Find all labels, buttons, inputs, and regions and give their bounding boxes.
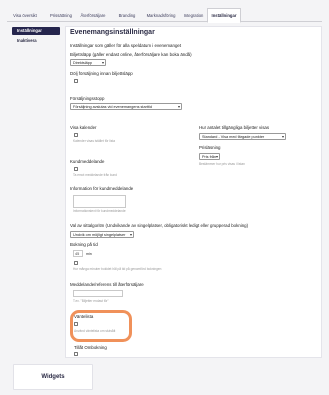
booking-time-checkbox[interactable] — [74, 261, 78, 265]
page-title: Evenemangsinställningar — [70, 29, 155, 36]
tab-integration[interactable]: Integration — [179, 8, 208, 23]
availability-value: Standard - Visa med färgade punkter — [202, 135, 265, 139]
sales-stop-select[interactable]: Försäljning avslutas vid evenemangens st… — [70, 103, 182, 110]
ticket-release-select[interactable]: Direktsläpp ▾ — [70, 59, 106, 66]
widgets-button[interactable]: Widgets — [13, 364, 93, 390]
tab-marknadsforing[interactable]: Marknadsföring — [143, 8, 179, 23]
tab-aterforsaljare[interactable]: Återförsäljare — [77, 8, 109, 23]
booking-time-input[interactable]: 45 — [73, 250, 83, 257]
reseller-message-hint: T.ex. "Biljetter endast för" — [73, 299, 109, 303]
customer-message-hint: Ta emot meddelande från kund — [73, 173, 117, 177]
booking-time-label: Bokning på tid — [70, 242, 98, 247]
seat-algorithm-value: Undvik om möjligt singelplatser — [73, 233, 126, 237]
price-display-value: Pris från — [202, 155, 217, 159]
tab-branding[interactable]: Branding — [112, 8, 142, 23]
availability-select[interactable]: Standard - Visa med färgade punkter ▾ — [199, 133, 286, 140]
chevron-down-icon: ▾ — [129, 232, 132, 237]
page-subtitle: Inställningar som gäller för alla spelda… — [70, 43, 182, 48]
ticket-release-value: Direktsläpp — [73, 61, 92, 65]
sidebar-item-installningar[interactable]: Inställningar — [12, 27, 60, 35]
booking-time-hint: Hur många minuter bokidet hål på tid på … — [73, 267, 162, 271]
reseller-message-label: Meddelande/referens till återförsäljare — [70, 282, 144, 287]
sidebar-item-inaktivera[interactable]: Inaktivera — [12, 37, 60, 45]
show-calendar-hint: Kalender visas istället för lista — [73, 139, 115, 143]
seat-algorithm-label: Val av sittalgoritm (Undvikande av singe… — [70, 223, 249, 228]
booking-time-unit: min — [86, 252, 92, 256]
reseller-message-input[interactable] — [73, 290, 123, 297]
price-display-select[interactable]: Pris från ▾ — [199, 153, 220, 160]
top-tab-bar: Visa översikt Prissättning Återförsäljar… — [7, 4, 322, 23]
price-display-label: Prisläsning — [199, 145, 221, 150]
show-calendar-label: Visa kalender — [70, 125, 97, 130]
tab-visa-oversikt[interactable]: Visa översikt — [9, 8, 41, 23]
info-message-label: Information för kundmeddelande — [70, 186, 134, 191]
info-message-textarea[interactable] — [73, 195, 126, 208]
chevron-down-icon: ▾ — [281, 134, 284, 139]
allow-rebooking-checkbox[interactable] — [74, 352, 78, 356]
customer-message-label: Kundmeddelande — [70, 159, 105, 164]
hide-sales-label: Dölj försäljning innan biljettsläpp — [70, 71, 133, 76]
sales-stop-value: Försäljning avslutas vid evenemangens st… — [73, 105, 152, 109]
seat-algorithm-select[interactable]: Undvik om möjligt singelplatser ▾ — [70, 231, 134, 238]
price-display-hint: Bestämmer hur pris visas i listan — [199, 162, 245, 166]
waitlist-highlight — [70, 310, 132, 342]
show-calendar-checkbox[interactable] — [74, 133, 78, 137]
tab-installningar[interactable]: Inställningar — [207, 8, 241, 23]
allow-rebooking-label: Tillåt Ombokning — [74, 345, 107, 350]
settings-sidebar: Inställningar Inaktivera — [12, 27, 60, 47]
ticket-release-label: Biljettsläpp (gäller endast online, åter… — [70, 52, 192, 57]
chevron-down-icon: ▾ — [177, 104, 180, 109]
availability-label: Hur antalet tillgängliga biljetter visas — [199, 125, 270, 130]
hide-sales-checkbox[interactable] — [74, 79, 78, 83]
sales-stop-label: Försäljningsstopp — [70, 96, 105, 101]
info-message-hint: Informationstext för kundmeddelande — [73, 209, 126, 213]
chevron-down-icon: ▾ — [101, 60, 104, 65]
customer-message-checkbox[interactable] — [74, 167, 78, 171]
chevron-down-icon: ▾ — [215, 154, 218, 159]
tab-prissattning[interactable]: Prissättning — [45, 8, 77, 23]
